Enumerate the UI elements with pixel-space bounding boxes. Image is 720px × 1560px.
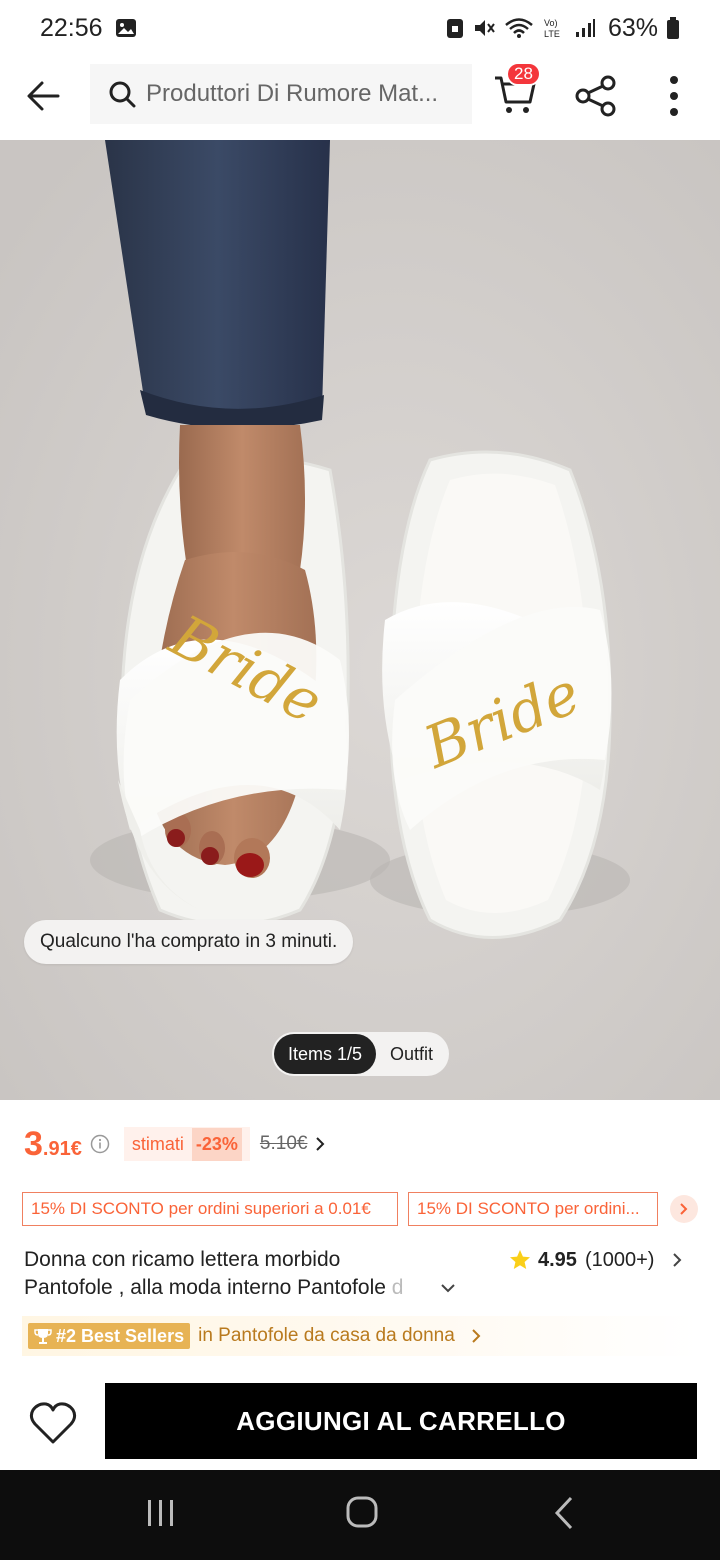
chevron-right-icon xyxy=(472,1329,481,1343)
mute-icon xyxy=(474,20,495,36)
title-line-1: Donna con ricamo lettera morbido xyxy=(24,1248,341,1271)
recent-purchase-toast: Qualcuno l'ha comprato in 3 minuti. xyxy=(24,920,354,964)
coupon-2-label: 15% DI SCONTO per ordini... xyxy=(417,1199,640,1218)
search-input[interactable]: Produttori Di Rumore Mat... xyxy=(146,80,462,108)
coupon-row: 15% DI SCONTO per ordini superiori a 0.0… xyxy=(22,1192,698,1226)
trophy-icon xyxy=(34,1329,52,1344)
coupon-1[interactable]: 15% DI SCONTO per ordini superiori a 0.0… xyxy=(22,1192,398,1226)
battery-icon xyxy=(667,17,679,39)
coupons-more-button[interactable] xyxy=(670,1195,698,1223)
add-to-cart-button[interactable]: AGGIUNGI AL CARRELLO xyxy=(105,1383,697,1459)
original-price: 5.10€ xyxy=(259,1133,308,1154)
top-app-bar: Produttori Di Rumore Mat... 28 xyxy=(0,56,720,140)
tab-items[interactable]: Items 1/5 xyxy=(274,1034,377,1074)
svg-text:Vo): Vo) xyxy=(544,18,558,28)
info-icon[interactable] xyxy=(90,1134,110,1154)
star-icon xyxy=(510,1250,530,1269)
coupon-2[interactable]: 15% DI SCONTO per ordini... xyxy=(408,1192,658,1226)
best-seller-banner[interactable]: #2 Best Sellers in Pantofole da casa da … xyxy=(22,1316,698,1356)
rating-value: 4.95 xyxy=(538,1248,577,1271)
product-title[interactable]: Donna con ricamo lettera morbido Pantofo… xyxy=(24,1246,474,1302)
back-arrow-icon[interactable] xyxy=(22,76,66,116)
best-seller-category: in Pantofole da casa da donna xyxy=(198,1325,455,1346)
chevron-right-icon xyxy=(680,1203,688,1215)
status-bar: 22:56 Vo) LTE 63% xyxy=(0,0,720,56)
price-decimals: .91€ xyxy=(42,1137,82,1160)
share-icon[interactable] xyxy=(574,74,618,118)
title-fade: d xyxy=(385,1276,404,1299)
volte-icon: Vo)LTE xyxy=(544,18,560,39)
search-icon xyxy=(109,81,136,108)
estimated-price-chip[interactable]: stimati -23% xyxy=(123,1127,250,1161)
rating-summary[interactable]: 4.95 (1000+) xyxy=(508,1246,682,1274)
image-notification-icon xyxy=(115,19,136,37)
status-icons: Vo) LTE 63% xyxy=(446,14,680,43)
product-image-gallery[interactable]: Bride Bride Qualcuno l'ha comprato in 3 … xyxy=(0,140,720,1100)
lock-icon xyxy=(446,19,463,38)
recent-apps-icon[interactable] xyxy=(146,1498,176,1528)
rating-count: (1000+) xyxy=(584,1248,655,1271)
discount-badge: -23% xyxy=(191,1127,242,1161)
best-seller-rank: #2 Best Sellers xyxy=(56,1325,185,1346)
svg-text:LTE: LTE xyxy=(544,29,560,39)
system-nav-bar xyxy=(0,1470,720,1560)
best-seller-badge: #2 Best Sellers xyxy=(28,1323,191,1349)
heart-icon[interactable] xyxy=(28,1400,78,1446)
search-bar[interactable]: Produttori Di Rumore Mat... xyxy=(90,64,472,124)
chevron-right-icon xyxy=(673,1253,682,1267)
tab-outfit[interactable]: Outfit xyxy=(376,1034,447,1074)
home-icon[interactable] xyxy=(346,1496,378,1528)
title-line-2: Pantofole , alla moda interno Pantofole xyxy=(24,1276,386,1299)
cart-count-badge: 28 xyxy=(506,62,541,86)
battery-percent: 63% xyxy=(607,13,658,42)
more-options-icon[interactable] xyxy=(662,74,686,118)
price-integer: 3 xyxy=(24,1124,43,1163)
chevron-right-icon xyxy=(316,1137,325,1151)
estimate-label: stimati xyxy=(131,1133,184,1154)
price-row[interactable]: 3 .91€ stimati -23% 5.10€ xyxy=(24,1122,325,1166)
wifi-icon xyxy=(505,18,533,38)
status-time: 22:56 xyxy=(40,13,103,42)
chevron-down-icon[interactable] xyxy=(440,1282,456,1294)
signal-icon xyxy=(575,19,595,37)
nav-back-icon[interactable] xyxy=(554,1496,574,1530)
gallery-tabs: Items 1/5 Outfit xyxy=(272,1032,450,1076)
